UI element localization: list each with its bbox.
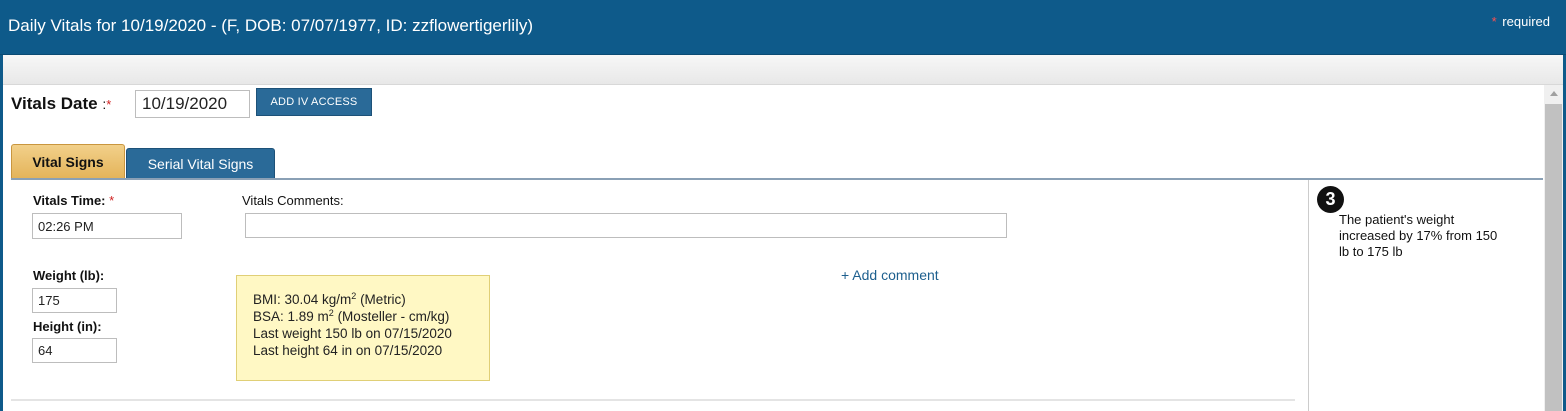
- tab-serial-vital-signs[interactable]: Serial Vital Signs: [126, 148, 275, 179]
- last-height-line: Last height 64 in on 07/15/2020: [253, 343, 443, 358]
- scrollbar-thumb[interactable]: [1545, 104, 1562, 411]
- last-weight-line: Last weight 150 lb on 07/15/2020: [253, 326, 452, 341]
- vitals-time-required-star: *: [109, 193, 115, 208]
- bsa-line: BSA: 1.89 m2 (Mosteller - cm/kg): [253, 308, 489, 325]
- vitals-date-input[interactable]: [135, 90, 250, 118]
- bmi-info-box: BMI: 30.04 kg/m2 (Metric) BSA: 1.89 m2 (…: [236, 275, 490, 381]
- weight-label: Weight (lb):: [33, 268, 105, 283]
- bmi-line: BMI: 30.04 kg/m2 (Metric): [253, 291, 489, 308]
- vitals-date-label: Vitals Date :*: [11, 94, 111, 114]
- height-input[interactable]: [32, 338, 117, 363]
- vitals-comments-label: Vitals Comments:: [242, 193, 344, 208]
- weight-input[interactable]: [32, 288, 117, 313]
- scroll-up-arrow-icon[interactable]: [1544, 85, 1563, 102]
- bmi-text: BMI: 30.04 kg/m: [253, 292, 352, 307]
- bsa-text: BSA: 1.89 m: [253, 309, 329, 324]
- bsa-unit-note: (Mosteller - cm/kg): [333, 309, 450, 324]
- window-title: Daily Vitals for 10/19/2020 - (F, DOB: 0…: [8, 16, 534, 35]
- required-star: *: [1491, 14, 1497, 29]
- tab-vital-signs[interactable]: Vital Signs: [11, 144, 125, 178]
- required-label: required: [1502, 14, 1550, 29]
- vitals-time-label: Vitals Time: *: [33, 193, 114, 208]
- section-divider: [11, 399, 1295, 401]
- vitals-date-text: Vitals Date: [11, 94, 98, 113]
- callout-text: The patient's weight increased by 17% fr…: [1339, 212, 1498, 259]
- title-bar: Daily Vitals for 10/19/2020 - (F, DOB: 0…: [0, 0, 1566, 55]
- add-comment-link[interactable]: + Add comment: [841, 267, 939, 283]
- vitals-time-input[interactable]: [32, 213, 182, 239]
- vitals-time-label-text: Vitals Time:: [33, 193, 106, 208]
- tab-underline: [11, 178, 1543, 180]
- required-legend: * required: [1492, 14, 1550, 29]
- toolbar-strip: [3, 55, 1563, 85]
- vitals-date-required-star: *: [106, 97, 112, 112]
- height-label: Height (in):: [33, 319, 102, 334]
- side-panel-divider: [1308, 180, 1309, 411]
- add-iv-access-button[interactable]: ADD IV ACCESS: [256, 88, 372, 116]
- callout-number-badge: 3: [1317, 186, 1344, 213]
- vitals-comments-input[interactable]: [245, 213, 1007, 238]
- bmi-unit-note: (Metric): [356, 292, 406, 307]
